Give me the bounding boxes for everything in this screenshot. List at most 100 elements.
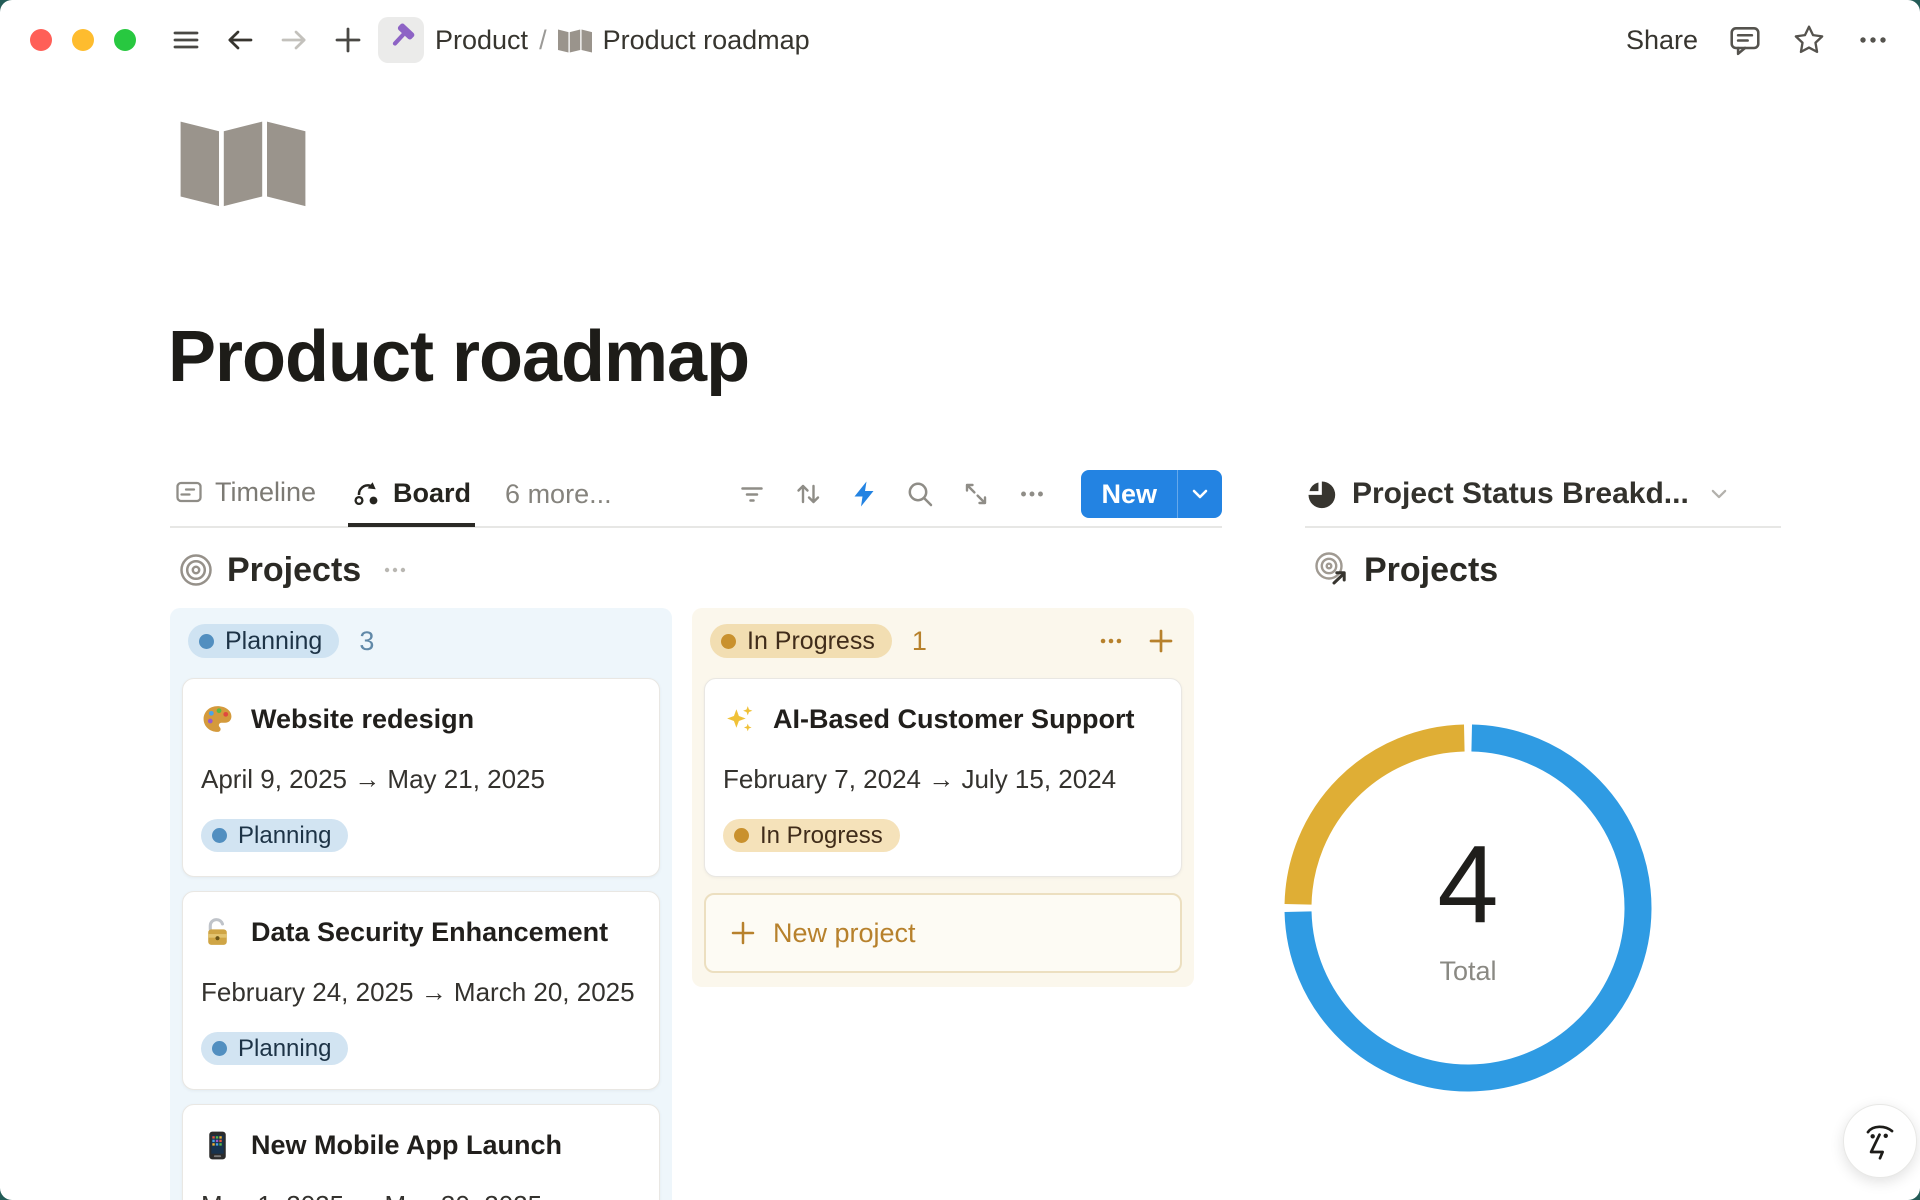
card-ai-based-customer-support[interactable]: AI-Based Customer Support February 7, 20… — [704, 678, 1182, 877]
window-titlebar: Product / Product roadmap Share — [0, 0, 1920, 80]
column-add-card-icon[interactable] — [1146, 626, 1176, 656]
plus-icon — [728, 918, 758, 948]
back-icon[interactable] — [224, 24, 256, 56]
column-planning-label: Planning — [225, 627, 322, 656]
comments-icon[interactable] — [1728, 23, 1762, 57]
column-planning-count: 3 — [359, 626, 374, 657]
tab-timeline-label: Timeline — [215, 477, 316, 508]
open-lock-icon — [201, 916, 234, 949]
chevron-down-icon — [1704, 479, 1734, 509]
breadcrumb-page-label[interactable]: Product roadmap — [603, 25, 810, 56]
card-date-range: February 24, 2025 → March 20, 2025 — [201, 977, 641, 1008]
map-icon — [558, 26, 592, 54]
more-views-link[interactable]: 6 more... — [505, 479, 612, 510]
hammer-icon — [385, 21, 417, 60]
palette-icon — [201, 703, 234, 736]
card-title: New Mobile App Launch — [251, 1130, 562, 1161]
search-icon[interactable] — [904, 478, 936, 510]
automations-lightning-icon[interactable] — [849, 479, 879, 509]
chart-heading-row: Projects — [1305, 544, 1781, 596]
expand-icon[interactable] — [961, 479, 991, 509]
chevron-down-icon — [1187, 481, 1213, 507]
breadcrumb-root-item[interactable] — [378, 17, 424, 63]
new-button-label[interactable]: New — [1081, 470, 1177, 518]
status-tag: Planning — [201, 1032, 348, 1065]
card-title: AI-Based Customer Support — [773, 704, 1135, 735]
card-date-range: February 7, 2024 → July 15, 2024 — [723, 764, 1163, 795]
breadcrumb-root-label[interactable]: Product — [435, 25, 528, 56]
view-options-icon[interactable] — [1016, 478, 1048, 510]
sparkles-icon — [723, 703, 756, 736]
notion-ai-button[interactable] — [1843, 1104, 1917, 1178]
new-project-label: New project — [773, 918, 916, 949]
column-in-progress-header: In Progress 1 — [704, 618, 1182, 664]
card-title: Website redesign — [251, 704, 474, 735]
column-in-progress-label: In Progress — [747, 627, 875, 656]
app-window: Product / Product roadmap Share Product … — [0, 0, 1920, 1200]
card-date-range: May 1, 2025 → May 30, 2025 — [201, 1190, 641, 1200]
ai-face-icon — [1857, 1118, 1903, 1164]
traffic-lights — [30, 29, 136, 51]
breadcrumb: Product / Product roadmap — [378, 17, 810, 63]
card-website-redesign[interactable]: Website redesign April 9, 2025 → May 21,… — [182, 678, 660, 877]
column-planning-header: Planning 3 — [182, 618, 660, 664]
board-options-icon[interactable] — [380, 555, 410, 585]
column-in-progress-count: 1 — [912, 626, 927, 657]
share-button[interactable]: Share — [1626, 25, 1698, 56]
new-tab-icon[interactable] — [332, 24, 364, 56]
chart-section-title[interactable]: Projects — [1364, 551, 1498, 590]
pie-chart-icon — [1305, 478, 1337, 510]
kanban-board: Planning 3 Website redesign April 9, 202… — [170, 608, 1222, 1200]
new-project-button[interactable]: New project — [704, 893, 1182, 973]
new-record-button[interactable]: New — [1081, 470, 1222, 518]
page-title[interactable]: Product roadmap — [168, 316, 749, 398]
zoom-window-button[interactable] — [114, 29, 136, 51]
sidebar-menu-icon[interactable] — [170, 24, 202, 56]
status-dot — [212, 1041, 227, 1056]
board-heading-row: Projects — [170, 544, 1222, 596]
filter-icon[interactable] — [737, 479, 767, 509]
page-icon-map[interactable] — [180, 112, 306, 213]
column-in-progress-pill[interactable]: In Progress — [710, 624, 892, 658]
column-planning: Planning 3 Website redesign April 9, 202… — [170, 608, 672, 1200]
board-view-icon — [352, 478, 382, 508]
chart-dropdown-title[interactable]: Project Status Breakd... — [1352, 477, 1689, 511]
timeline-view-icon — [174, 477, 204, 507]
column-in-progress: In Progress 1 — [692, 608, 1194, 987]
breadcrumb-separator: / — [539, 25, 547, 56]
card-new-mobile-app-launch[interactable]: New Mobile App Launch May 1, 2025 → May … — [182, 1104, 660, 1200]
card-date-range: April 9, 2025 → May 21, 2025 — [201, 764, 641, 795]
card-title: Data Security Enhancement — [251, 917, 608, 948]
favorite-star-icon[interactable] — [1792, 23, 1826, 57]
sort-icon[interactable] — [792, 478, 824, 510]
status-dot — [734, 828, 749, 843]
status-tag-label: Planning — [238, 822, 331, 850]
database-section: Timeline Board 6 more... — [170, 462, 1222, 1200]
status-dot — [721, 634, 736, 649]
chart-section: Project Status Breakd... Projects 4 Tota… — [1305, 462, 1781, 596]
target-icon — [178, 552, 214, 588]
status-tag: Planning — [201, 819, 348, 852]
minimize-window-button[interactable] — [72, 29, 94, 51]
status-tag-label: In Progress — [760, 822, 883, 850]
donut-chart: 4 Total — [1278, 718, 1658, 1098]
view-toolbar: Timeline Board 6 more... — [170, 462, 1222, 528]
forward-icon[interactable] — [278, 24, 310, 56]
tab-timeline[interactable]: Timeline — [170, 462, 320, 526]
close-window-button[interactable] — [30, 29, 52, 51]
status-tag-label: Planning — [238, 1035, 331, 1063]
donut-segment-in-progress[interactable] — [1298, 738, 1464, 904]
tab-board[interactable]: Board — [348, 463, 475, 527]
status-dot — [199, 634, 214, 649]
status-dot — [212, 828, 227, 843]
chart-view-dropdown[interactable]: Project Status Breakd... — [1305, 462, 1781, 528]
column-options-icon[interactable] — [1096, 626, 1126, 656]
more-options-icon[interactable] — [1856, 23, 1890, 57]
tab-board-label: Board — [393, 478, 471, 509]
linked-target-icon — [1313, 551, 1351, 589]
board-section-title[interactable]: Projects — [227, 551, 361, 590]
status-tag: In Progress — [723, 819, 900, 852]
card-data-security-enhancement[interactable]: Data Security Enhancement February 24, 2… — [182, 891, 660, 1090]
column-planning-pill[interactable]: Planning — [188, 624, 339, 658]
new-button-dropdown[interactable] — [1177, 470, 1222, 518]
